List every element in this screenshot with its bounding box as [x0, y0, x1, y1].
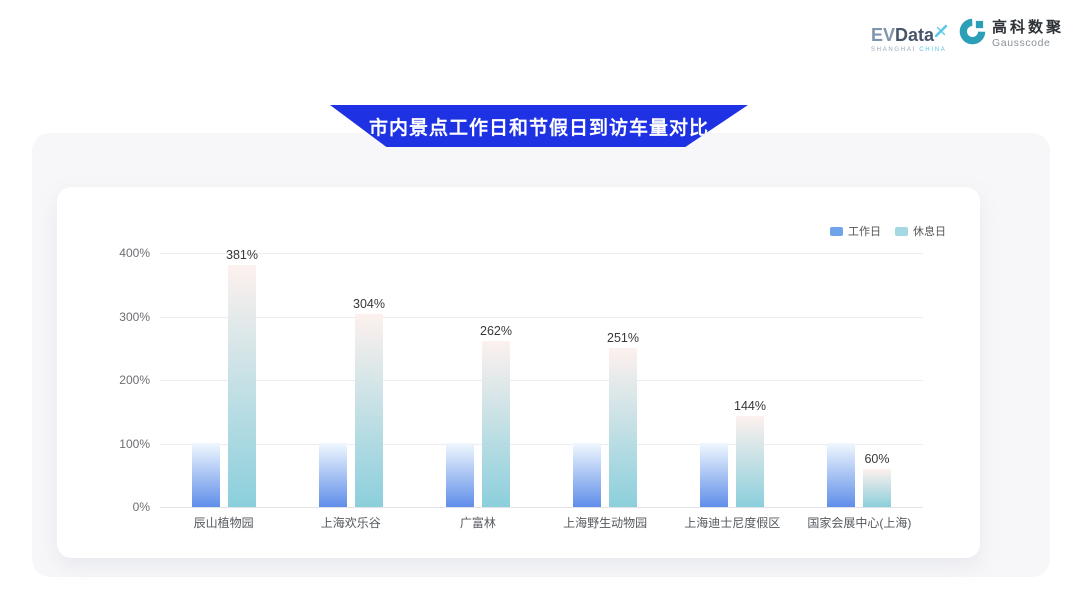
page: EVData SHANGHAI CHINA 高科数聚: [0, 0, 1080, 608]
legend-item[interactable]: 休息日: [895, 223, 946, 239]
chart-card: 工作日休息日 0%100%200%300%400%辰山植物园381%上海欢乐谷3…: [57, 187, 980, 558]
evdata-subtitle-left: SHANGHAI: [871, 47, 919, 53]
bar-restday: [355, 314, 383, 507]
evdata-subtitle: SHANGHAI CHINA: [871, 47, 947, 53]
bar-restday: [228, 265, 256, 507]
bar-workday: [573, 443, 601, 507]
x-tick-label: 国家会展中心(上海): [784, 514, 934, 531]
evdata-data-text: Data: [895, 25, 934, 45]
y-tick-label: 100%: [90, 437, 150, 451]
y-tick-label: 200%: [90, 373, 150, 387]
legend-swatch: [895, 227, 908, 236]
y-tick-label: 400%: [90, 246, 150, 260]
legend-item[interactable]: 工作日: [830, 223, 881, 239]
y-gridline: [160, 317, 923, 318]
bar-value-label: 304%: [329, 297, 409, 311]
bar-value-label: 381%: [202, 248, 282, 262]
bar-restday: [736, 416, 764, 507]
title-banner: 市内景点工作日和节假日到访车量对比: [330, 105, 748, 147]
bar-restday: [863, 469, 891, 507]
bar-restday: [482, 341, 510, 507]
page-title: 市内景点工作日和节假日到访车量对比: [369, 113, 709, 140]
legend-swatch: [830, 227, 843, 236]
bar-value-label: 251%: [583, 331, 663, 345]
gausscode-wordmark: 高科数聚 Gausscode: [992, 19, 1064, 48]
logo-group: EVData SHANGHAI CHINA 高科数聚: [871, 18, 1064, 53]
gausscode-logo: 高科数聚 Gausscode: [959, 18, 1064, 50]
y-tick-label: 0%: [90, 500, 150, 514]
bar-value-label: 144%: [710, 399, 790, 413]
legend-label: 休息日: [913, 223, 946, 239]
bar-value-label: 262%: [456, 324, 536, 338]
bar-value-label: 60%: [837, 452, 917, 466]
bar-workday: [192, 443, 220, 507]
x-axis-line: [160, 507, 923, 508]
gausscode-name-en: Gausscode: [992, 37, 1064, 49]
bar-restday: [609, 348, 637, 507]
evdata-subtitle-right: CHINA: [919, 47, 946, 53]
bar-workday: [446, 443, 474, 507]
evdata-logo: EVData SHANGHAI CHINA: [871, 25, 947, 53]
evdata-x-icon: [935, 21, 947, 41]
bar-workday: [319, 443, 347, 507]
y-tick-label: 300%: [90, 310, 150, 324]
y-gridline: [160, 380, 923, 381]
evdata-wordmark: EVData: [871, 25, 947, 45]
legend-label: 工作日: [848, 223, 881, 239]
evdata-ev-text: EV: [871, 25, 895, 45]
gausscode-g-icon: [959, 18, 986, 50]
y-gridline: [160, 444, 923, 445]
chart-legend: 工作日 休息日: [830, 223, 946, 239]
bar-workday: [700, 443, 728, 507]
gausscode-name-cn: 高科数聚: [992, 19, 1064, 36]
